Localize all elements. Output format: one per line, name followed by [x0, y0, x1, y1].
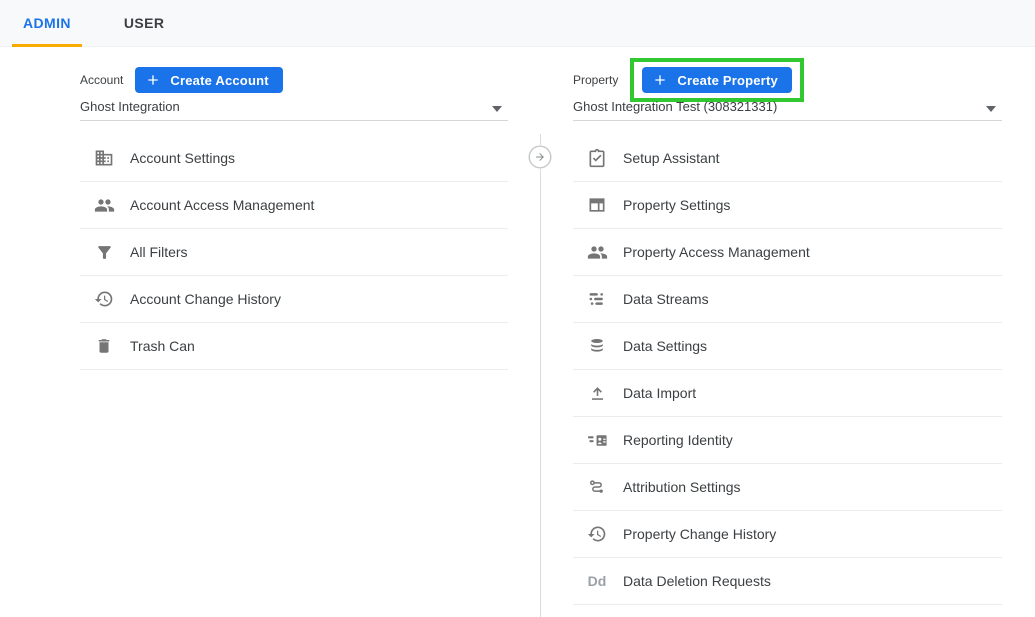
- menu-item-label: Trash Can: [130, 338, 195, 354]
- property-selector-value: Ghost Integration Test (308321331): [573, 99, 777, 114]
- property-menu-item-reporting-identity[interactable]: Reporting Identity: [573, 417, 1002, 464]
- admin-user-tabbar: ADMIN USER: [0, 0, 1035, 47]
- account-menu-item-account-settings[interactable]: Account Settings: [80, 135, 508, 182]
- clipboard-check-icon: [585, 146, 609, 170]
- dd-text-icon: Dd: [585, 569, 609, 593]
- account-selector-value: Ghost Integration: [80, 99, 180, 114]
- layout-icon: [585, 193, 609, 217]
- account-selector[interactable]: Ghost Integration: [80, 94, 508, 121]
- building-icon: [92, 146, 116, 170]
- create-account-button[interactable]: Create Account: [135, 67, 282, 93]
- trash-icon: [92, 334, 116, 358]
- id-card-icon: [585, 428, 609, 452]
- property-selector[interactable]: Ghost Integration Test (308321331): [573, 94, 1002, 121]
- account-menu-item-account-access-management[interactable]: Account Access Management: [80, 182, 508, 229]
- tab-user-label: USER: [124, 15, 165, 31]
- property-menu-item-setup-assistant[interactable]: Setup Assistant: [573, 135, 1002, 182]
- property-header: Property Create Property: [573, 67, 1002, 93]
- property-menu-item-data-deletion-requests[interactable]: Dd Data Deletion Requests: [573, 558, 1002, 605]
- menu-item-label: Property Change History: [623, 526, 776, 542]
- arrow-right-circle-icon[interactable]: [528, 145, 552, 169]
- property-menu-item-data-import[interactable]: Data Import: [573, 370, 1002, 417]
- menu-item-label: Reporting Identity: [623, 432, 733, 448]
- column-divider-line: [540, 134, 541, 617]
- menu-item-label: Property Settings: [623, 197, 730, 213]
- menu-item-label: Property Access Management: [623, 244, 810, 260]
- account-section-label: Account: [80, 73, 123, 87]
- create-account-label: Create Account: [170, 73, 268, 88]
- dropdown-arrow-icon: [986, 106, 996, 112]
- history-icon: [92, 287, 116, 311]
- menu-item-label: Data Streams: [623, 291, 709, 307]
- active-tab-underline: [12, 44, 82, 47]
- account-menu-item-trash-can[interactable]: Trash Can: [80, 323, 508, 370]
- create-property-button[interactable]: Create Property: [642, 67, 792, 93]
- people-icon: [92, 193, 116, 217]
- property-menu-item-property-access-management[interactable]: Property Access Management: [573, 229, 1002, 276]
- tab-user[interactable]: USER: [113, 0, 176, 46]
- plus-icon: [652, 72, 668, 88]
- history-icon: [585, 522, 609, 546]
- database-icon: [585, 334, 609, 358]
- menu-item-label: Account Settings: [130, 150, 235, 166]
- menu-item-label: Data Import: [623, 385, 696, 401]
- account-menu-item-all-filters[interactable]: All Filters: [80, 229, 508, 276]
- filter-icon: [92, 240, 116, 264]
- property-menu-item-data-settings[interactable]: Data Settings: [573, 323, 1002, 370]
- property-section-label: Property: [573, 73, 618, 87]
- menu-item-label: Setup Assistant: [623, 150, 720, 166]
- tab-admin-label: ADMIN: [23, 15, 71, 31]
- property-menu-item-attribution-settings[interactable]: Attribution Settings: [573, 464, 1002, 511]
- route-icon: [585, 475, 609, 499]
- menu-item-label: Account Access Management: [130, 197, 314, 213]
- ga-admin-page: ADMIN USER Account Create Account Ghost …: [0, 0, 1035, 617]
- menu-item-label: Attribution Settings: [623, 479, 741, 495]
- account-header: Account Create Account: [80, 67, 508, 93]
- people-icon: [585, 240, 609, 264]
- menu-item-label: Data Settings: [623, 338, 707, 354]
- menu-item-label: Data Deletion Requests: [623, 573, 771, 589]
- plus-icon: [145, 72, 161, 88]
- property-menu-item-property-settings[interactable]: Property Settings: [573, 182, 1002, 229]
- dropdown-arrow-icon: [492, 106, 502, 112]
- menu-item-label: All Filters: [130, 244, 188, 260]
- create-property-label: Create Property: [677, 73, 778, 88]
- upload-icon: [585, 381, 609, 405]
- property-menu-item-property-change-history[interactable]: Property Change History: [573, 511, 1002, 558]
- tab-admin[interactable]: ADMIN: [12, 0, 82, 46]
- property-menu: Setup Assistant Property Settings Property…: [573, 135, 1002, 605]
- property-menu-item-data-streams[interactable]: Data Streams: [573, 276, 1002, 323]
- menu-item-label: Account Change History: [130, 291, 281, 307]
- account-menu: Account Settings Account Access Managemen…: [80, 135, 508, 370]
- account-menu-item-account-change-history[interactable]: Account Change History: [80, 276, 508, 323]
- data-streams-icon: [585, 287, 609, 311]
